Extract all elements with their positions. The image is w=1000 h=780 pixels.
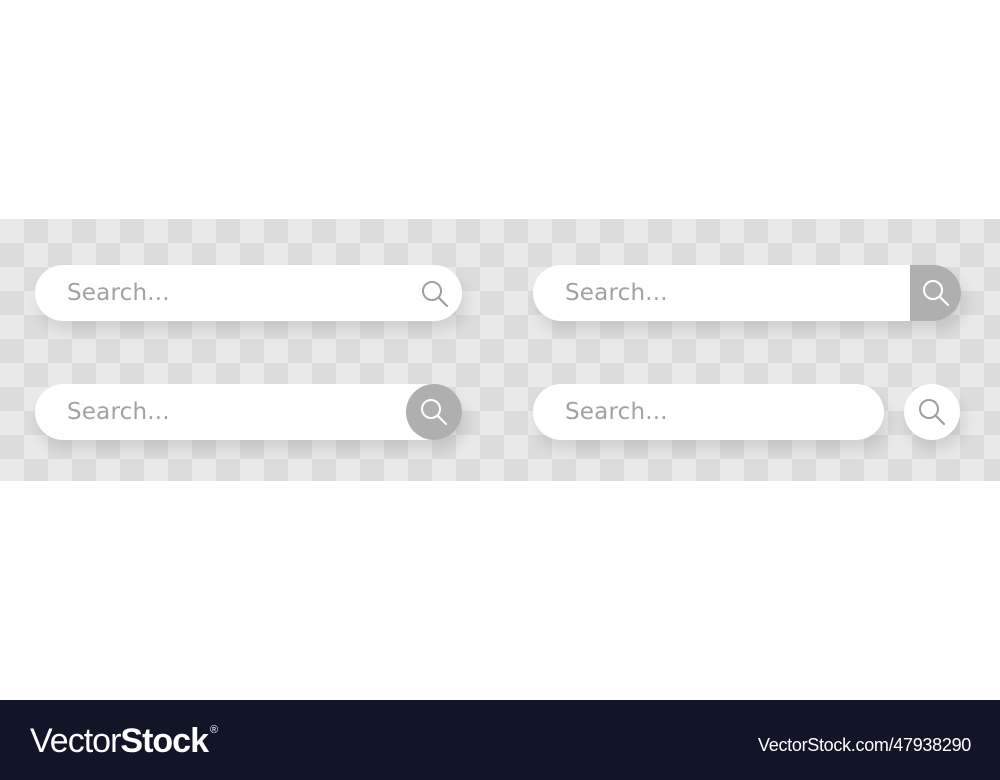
image-reference: VectorStock.com/47938290 <box>758 735 971 755</box>
search-icon <box>421 399 448 426</box>
search-bar-circle-button[interactable]: Search... <box>35 384 462 440</box>
checkerboard-background: Search... Search... Search... Search... <box>0 219 1000 481</box>
logo-light-text: Vector <box>30 722 121 760</box>
registered-mark: ® <box>209 724 218 736</box>
search-placeholder: Search... <box>67 280 170 306</box>
search-bar-attached-button[interactable]: Search... <box>533 265 961 321</box>
search-icon <box>919 399 946 426</box>
search-button[interactable] <box>910 265 961 321</box>
search-button[interactable] <box>406 384 462 440</box>
search-bar-separate-button[interactable]: Search... <box>533 384 884 440</box>
search-icon[interactable] <box>420 279 450 309</box>
vectorstock-logo: Vector Stock ® <box>30 722 218 761</box>
logo-bold-text: Stock <box>120 722 209 760</box>
search-button[interactable] <box>904 384 960 440</box>
search-bar-inline-icon[interactable]: Search... <box>35 265 462 321</box>
search-placeholder: Search... <box>565 280 668 306</box>
footer: Vector Stock ® VectorStock.com/47938290 <box>0 700 1000 780</box>
search-placeholder: Search... <box>67 399 170 425</box>
search-placeholder: Search... <box>565 399 668 425</box>
search-icon <box>922 280 949 307</box>
